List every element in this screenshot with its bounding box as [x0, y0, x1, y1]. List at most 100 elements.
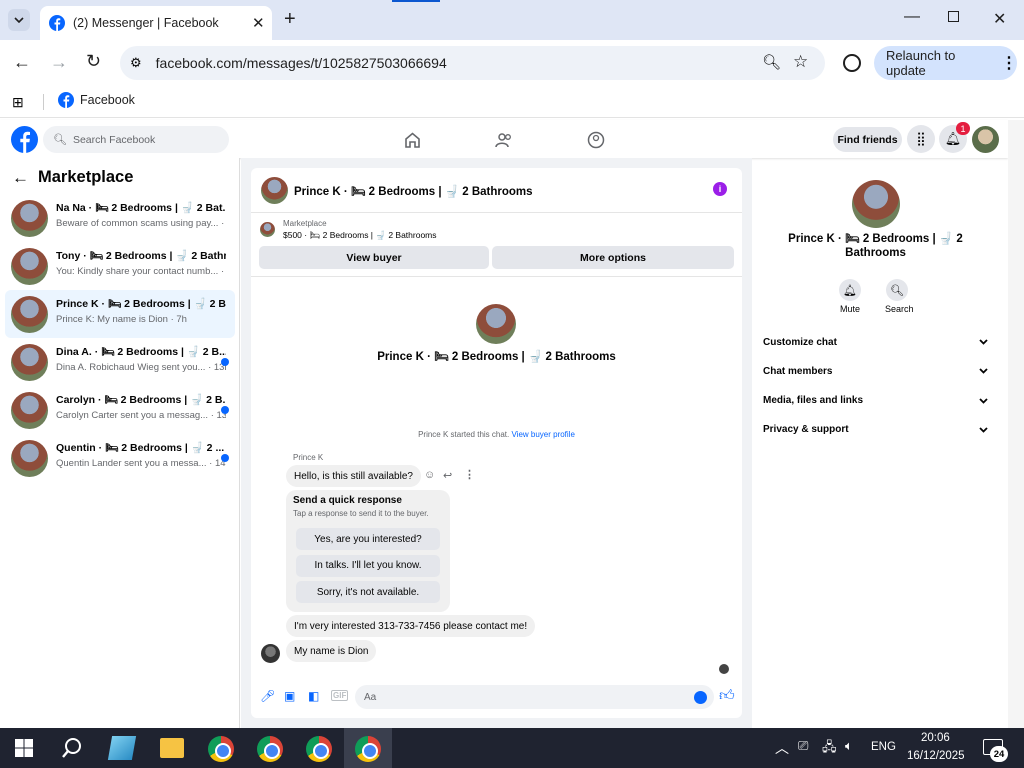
chrome-app-icon[interactable] [208, 736, 234, 762]
message-input[interactable]: Aa [355, 685, 714, 709]
network-icon[interactable]: 🖧︎ [822, 738, 837, 760]
conversation-name: Prince K · 🛏 2 Bedrooms | 🚽 2 Ba... [56, 298, 226, 310]
zoom-icon[interactable]: 🔍︎ [762, 53, 781, 71]
find-friends-button[interactable]: Find friends [833, 127, 902, 152]
forward-icon[interactable]: → [50, 52, 68, 73]
conversation-preview-line: You: Kindly share your contact numb... ·… [56, 266, 226, 277]
menu-button[interactable]: ⣿ [907, 125, 935, 153]
tab-list-button[interactable] [8, 9, 30, 31]
chevron-down-icon [979, 397, 988, 404]
reply-icon[interactable]: ↩ [443, 469, 452, 482]
like-icon[interactable]: 👍︎ [719, 687, 735, 705]
file-explorer-icon[interactable] [160, 738, 184, 758]
notepad-app-icon[interactable] [107, 736, 137, 760]
windows-start-icon[interactable] [15, 739, 33, 757]
profile-icon[interactable] [843, 54, 861, 72]
profile-title: Prince K · 🛏 2 Bedrooms | 🚽 2 Bathrooms [377, 351, 616, 363]
bookmark-facebook[interactable]: Facebook [58, 92, 135, 108]
info-section-row[interactable]: Media, files and links [763, 391, 988, 411]
conversation-name: Carolyn · 🛏 2 Bedrooms | 🚽 2 B... [56, 394, 226, 406]
page-scrollbar[interactable] [1008, 120, 1024, 728]
relaunch-button[interactable]: Relaunch to update ⋮ [874, 46, 1017, 80]
conversation-item[interactable]: Quentin · 🛏 2 Bedrooms | 🚽 2 ... Quentin … [5, 434, 235, 482]
quick-reply-button[interactable]: Yes, are you interested? [296, 528, 440, 550]
info-section-row[interactable]: Chat members [763, 361, 988, 381]
chrome-app-icon[interactable] [355, 736, 381, 762]
quick-reply-button[interactable]: In talks. I'll let you know. [296, 554, 440, 577]
chat-header-title[interactable]: Prince K · 🛏 2 Bedrooms | 🚽 2 Bathrooms [294, 184, 533, 198]
conversation-time: · 1m [221, 218, 226, 229]
view-buyer-profile-link[interactable]: View buyer profile [511, 430, 574, 439]
more-icon[interactable]: ⋮ [464, 468, 475, 481]
conversation-item[interactable]: Carolyn · 🛏 2 Bedrooms | 🚽 2 B... Carolyn… [5, 386, 235, 434]
profile-avatar[interactable] [476, 304, 516, 344]
quick-reply-button[interactable]: Sorry, it's not available. [296, 581, 440, 603]
close-tab-icon[interactable]: ✕ [252, 14, 265, 32]
info-section-row[interactable]: Customize chat [763, 332, 988, 352]
chat-window: Prince K · 🛏 2 Bedrooms | 🚽 2 Bathrooms … [251, 168, 742, 718]
conversation-item[interactable]: Prince K · 🛏 2 Bedrooms | 🚽 2 Ba... Princ… [5, 290, 235, 338]
clock-date[interactable]: 16/12/2025 [907, 750, 965, 762]
emoji-icon[interactable] [694, 691, 707, 704]
sticker-icon[interactable]: ◧ [308, 689, 319, 703]
new-tab-icon[interactable]: + [284, 8, 296, 31]
groups-icon[interactable] [587, 131, 605, 149]
find-friends-label: Find friends [837, 133, 898, 146]
bookmark-star-icon[interactable]: ☆ [793, 52, 808, 72]
conversation-preview-line: Carolyn Carter sent you a messag... · 13… [56, 410, 226, 421]
message-bubble[interactable]: I'm very interested 313-733-7456 please … [286, 615, 536, 637]
bookmark-label: Facebook [80, 93, 135, 107]
info-avatar[interactable] [852, 180, 900, 228]
language-indicator[interactable]: ENG [871, 741, 896, 753]
view-buyer-button[interactable]: View buyer [259, 246, 489, 269]
sender-avatar[interactable] [261, 644, 280, 663]
back-arrow-icon[interactable]: ← [12, 168, 29, 188]
conversation-preview-line: Dina A. Robichaud Wieg sent you... · 13h [56, 362, 226, 373]
minimize-icon[interactable]: — [904, 8, 920, 26]
microphone-icon[interactable]: 🎤︎ [260, 689, 275, 703]
chat-header-avatar[interactable] [261, 177, 288, 204]
home-icon[interactable] [404, 132, 421, 148]
react-icon[interactable]: ☺ [424, 469, 435, 481]
photo-icon[interactable]: ▣ [284, 689, 295, 703]
fb-search-box[interactable]: 🔍︎ Search Facebook [43, 126, 229, 153]
conversation-item[interactable]: Dina A. · 🛏 2 Bedrooms | 🚽 2 B... Dina A.… [5, 338, 235, 386]
search-taskbar-icon[interactable] [61, 737, 83, 759]
mute-button[interactable]: 🔔︎ [839, 279, 861, 301]
conversation-time: · 7h [170, 314, 187, 325]
friends-icon[interactable] [495, 132, 513, 148]
message-bubble[interactable]: Hello, is this still available? [286, 465, 421, 487]
back-icon[interactable]: ← [13, 52, 31, 73]
more-options-button[interactable]: More options [492, 246, 734, 269]
notification-count: 1 [960, 123, 966, 134]
clock-time[interactable]: 20:06 [921, 732, 950, 744]
divider [251, 276, 742, 277]
message-bubble[interactable]: My name is Dion [286, 640, 377, 662]
info-icon[interactable]: i [713, 182, 727, 196]
chevron-down-icon [979, 339, 988, 345]
restore-icon[interactable] [948, 11, 959, 22]
chevron-up-icon[interactable]: ︿ [775, 738, 789, 758]
facebook-header: 🔍︎ Search Facebook Find friends ⣿ 🔔︎ 1 [0, 120, 1008, 158]
listing-thumb[interactable] [260, 222, 275, 237]
conversation-item[interactable]: Tony · 🛏 2 Bedrooms | 🚽 2 Bathr... You: K… [5, 242, 235, 290]
quick-reply-label: Yes, are you interested? [314, 533, 422, 545]
apps-grid-icon[interactable]: ⊞ [12, 94, 24, 111]
info-section-row[interactable]: Privacy & support [763, 420, 988, 440]
close-window-icon[interactable]: ✕ [993, 9, 1006, 29]
facebook-logo-icon[interactable] [11, 126, 38, 153]
gif-icon[interactable]: GIF [331, 690, 349, 701]
chrome-app-icon[interactable] [306, 736, 332, 762]
browser-tab-messenger[interactable]: (2) Messenger | Facebook ✕ [40, 6, 272, 40]
tab-title: (2) Messenger | Facebook [73, 16, 219, 30]
meet-now-icon[interactable]: ⎚ [798, 738, 808, 754]
site-settings-icon[interactable]: ⚙ [130, 55, 142, 71]
reload-icon[interactable]: ↻ [86, 51, 101, 72]
seen-avatar [719, 664, 729, 674]
conversation-item[interactable]: Na Na · 🛏 2 Bedrooms | 🚽 2 Bat... Beware … [5, 194, 235, 242]
chrome-app-icon[interactable] [257, 736, 283, 762]
account-avatar[interactable] [972, 126, 999, 153]
address-bar[interactable]: ⚙ facebook.com/messages/t/10258275030666… [120, 46, 825, 80]
search-button[interactable]: 🔍︎ [886, 279, 908, 301]
volume-icon[interactable]: 🔈︎ [845, 738, 853, 754]
